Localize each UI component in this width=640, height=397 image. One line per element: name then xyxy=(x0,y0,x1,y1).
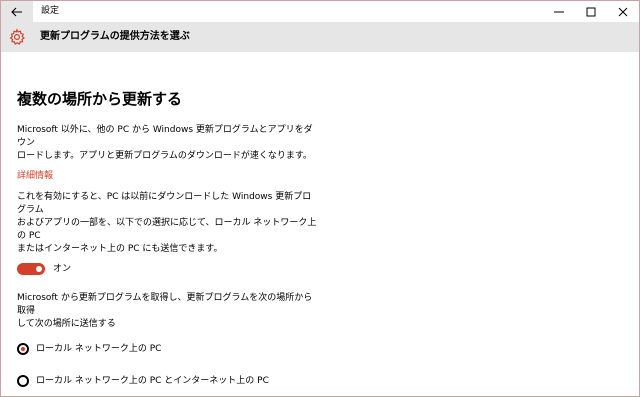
back-arrow-icon xyxy=(11,7,22,16)
multi-location-toggle[interactable] xyxy=(17,263,45,275)
back-button[interactable] xyxy=(1,1,33,22)
learn-more-link[interactable]: 詳細情報 xyxy=(17,170,53,183)
close-button[interactable] xyxy=(607,1,639,22)
radio-button-local[interactable] xyxy=(17,343,29,355)
choice-text: Microsoft から更新プログラムを取得し、更新プログラムを次の場所から取得… xyxy=(17,292,317,331)
minimize-button[interactable] xyxy=(543,1,575,22)
page-title: 更新プログラムの提供方法を選ぶ xyxy=(40,31,190,42)
close-icon xyxy=(618,7,628,16)
gear-icon xyxy=(9,28,25,45)
toggle-row: オン xyxy=(17,262,317,276)
title-bar: 設定 xyxy=(1,1,639,22)
maximize-button[interactable] xyxy=(575,1,607,22)
radio-option-local-and-internet[interactable]: ローカル ネットワーク上の PC とインターネット上の PC xyxy=(17,374,317,388)
settings-window: 設定 更新プログラムの提供方法を選ぶ 複数の場所から更新する Microsoft… xyxy=(0,0,640,397)
intro-line-1: Microsoft 以外に、他の PC から Windows 更新プログラムとア… xyxy=(17,125,313,148)
choice-line-1: Microsoft から更新プログラムを取得し、更新プログラムを次の場所から取得 xyxy=(17,293,313,316)
desc-line-1: これを有効にすると、PC は以前にダウンロードした Windows 更新プログラ… xyxy=(17,192,312,215)
intro-text: Microsoft 以外に、他の PC から Windows 更新プログラムとア… xyxy=(17,124,317,163)
section-title: 複数の場所から更新する xyxy=(17,90,183,108)
radio-button-local-and-internet[interactable] xyxy=(17,375,29,387)
desc-line-2: およびアプリの一部を、以下での選択に応じて、ローカル ネットワーク上の PC xyxy=(17,218,317,241)
radio-label-local: ローカル ネットワーク上の PC xyxy=(36,343,162,354)
description-text: これを有効にすると、PC は以前にダウンロードした Windows 更新プログラ… xyxy=(17,191,317,256)
radio-label-local-and-internet: ローカル ネットワーク上の PC とインターネット上の PC xyxy=(36,375,269,386)
content-area: 複数の場所から更新する Microsoft 以外に、他の PC から Windo… xyxy=(17,89,317,388)
radio-option-local[interactable]: ローカル ネットワーク上の PC xyxy=(17,342,317,356)
maximize-icon xyxy=(586,7,596,16)
app-title: 設定 xyxy=(41,6,60,16)
toggle-knob xyxy=(36,266,42,272)
choice-line-2: して次の場所に送信する xyxy=(17,319,116,329)
intro-line-2: ロードします。アプリと更新プログラムのダウンロードが速くなります。 xyxy=(17,151,312,161)
desc-line-3: またはインターネット上の PC にも送信できます。 xyxy=(17,244,223,254)
minimize-icon xyxy=(554,11,564,12)
toggle-label: オン xyxy=(53,263,72,274)
page-header: 更新プログラムの提供方法を選ぶ xyxy=(1,22,639,52)
